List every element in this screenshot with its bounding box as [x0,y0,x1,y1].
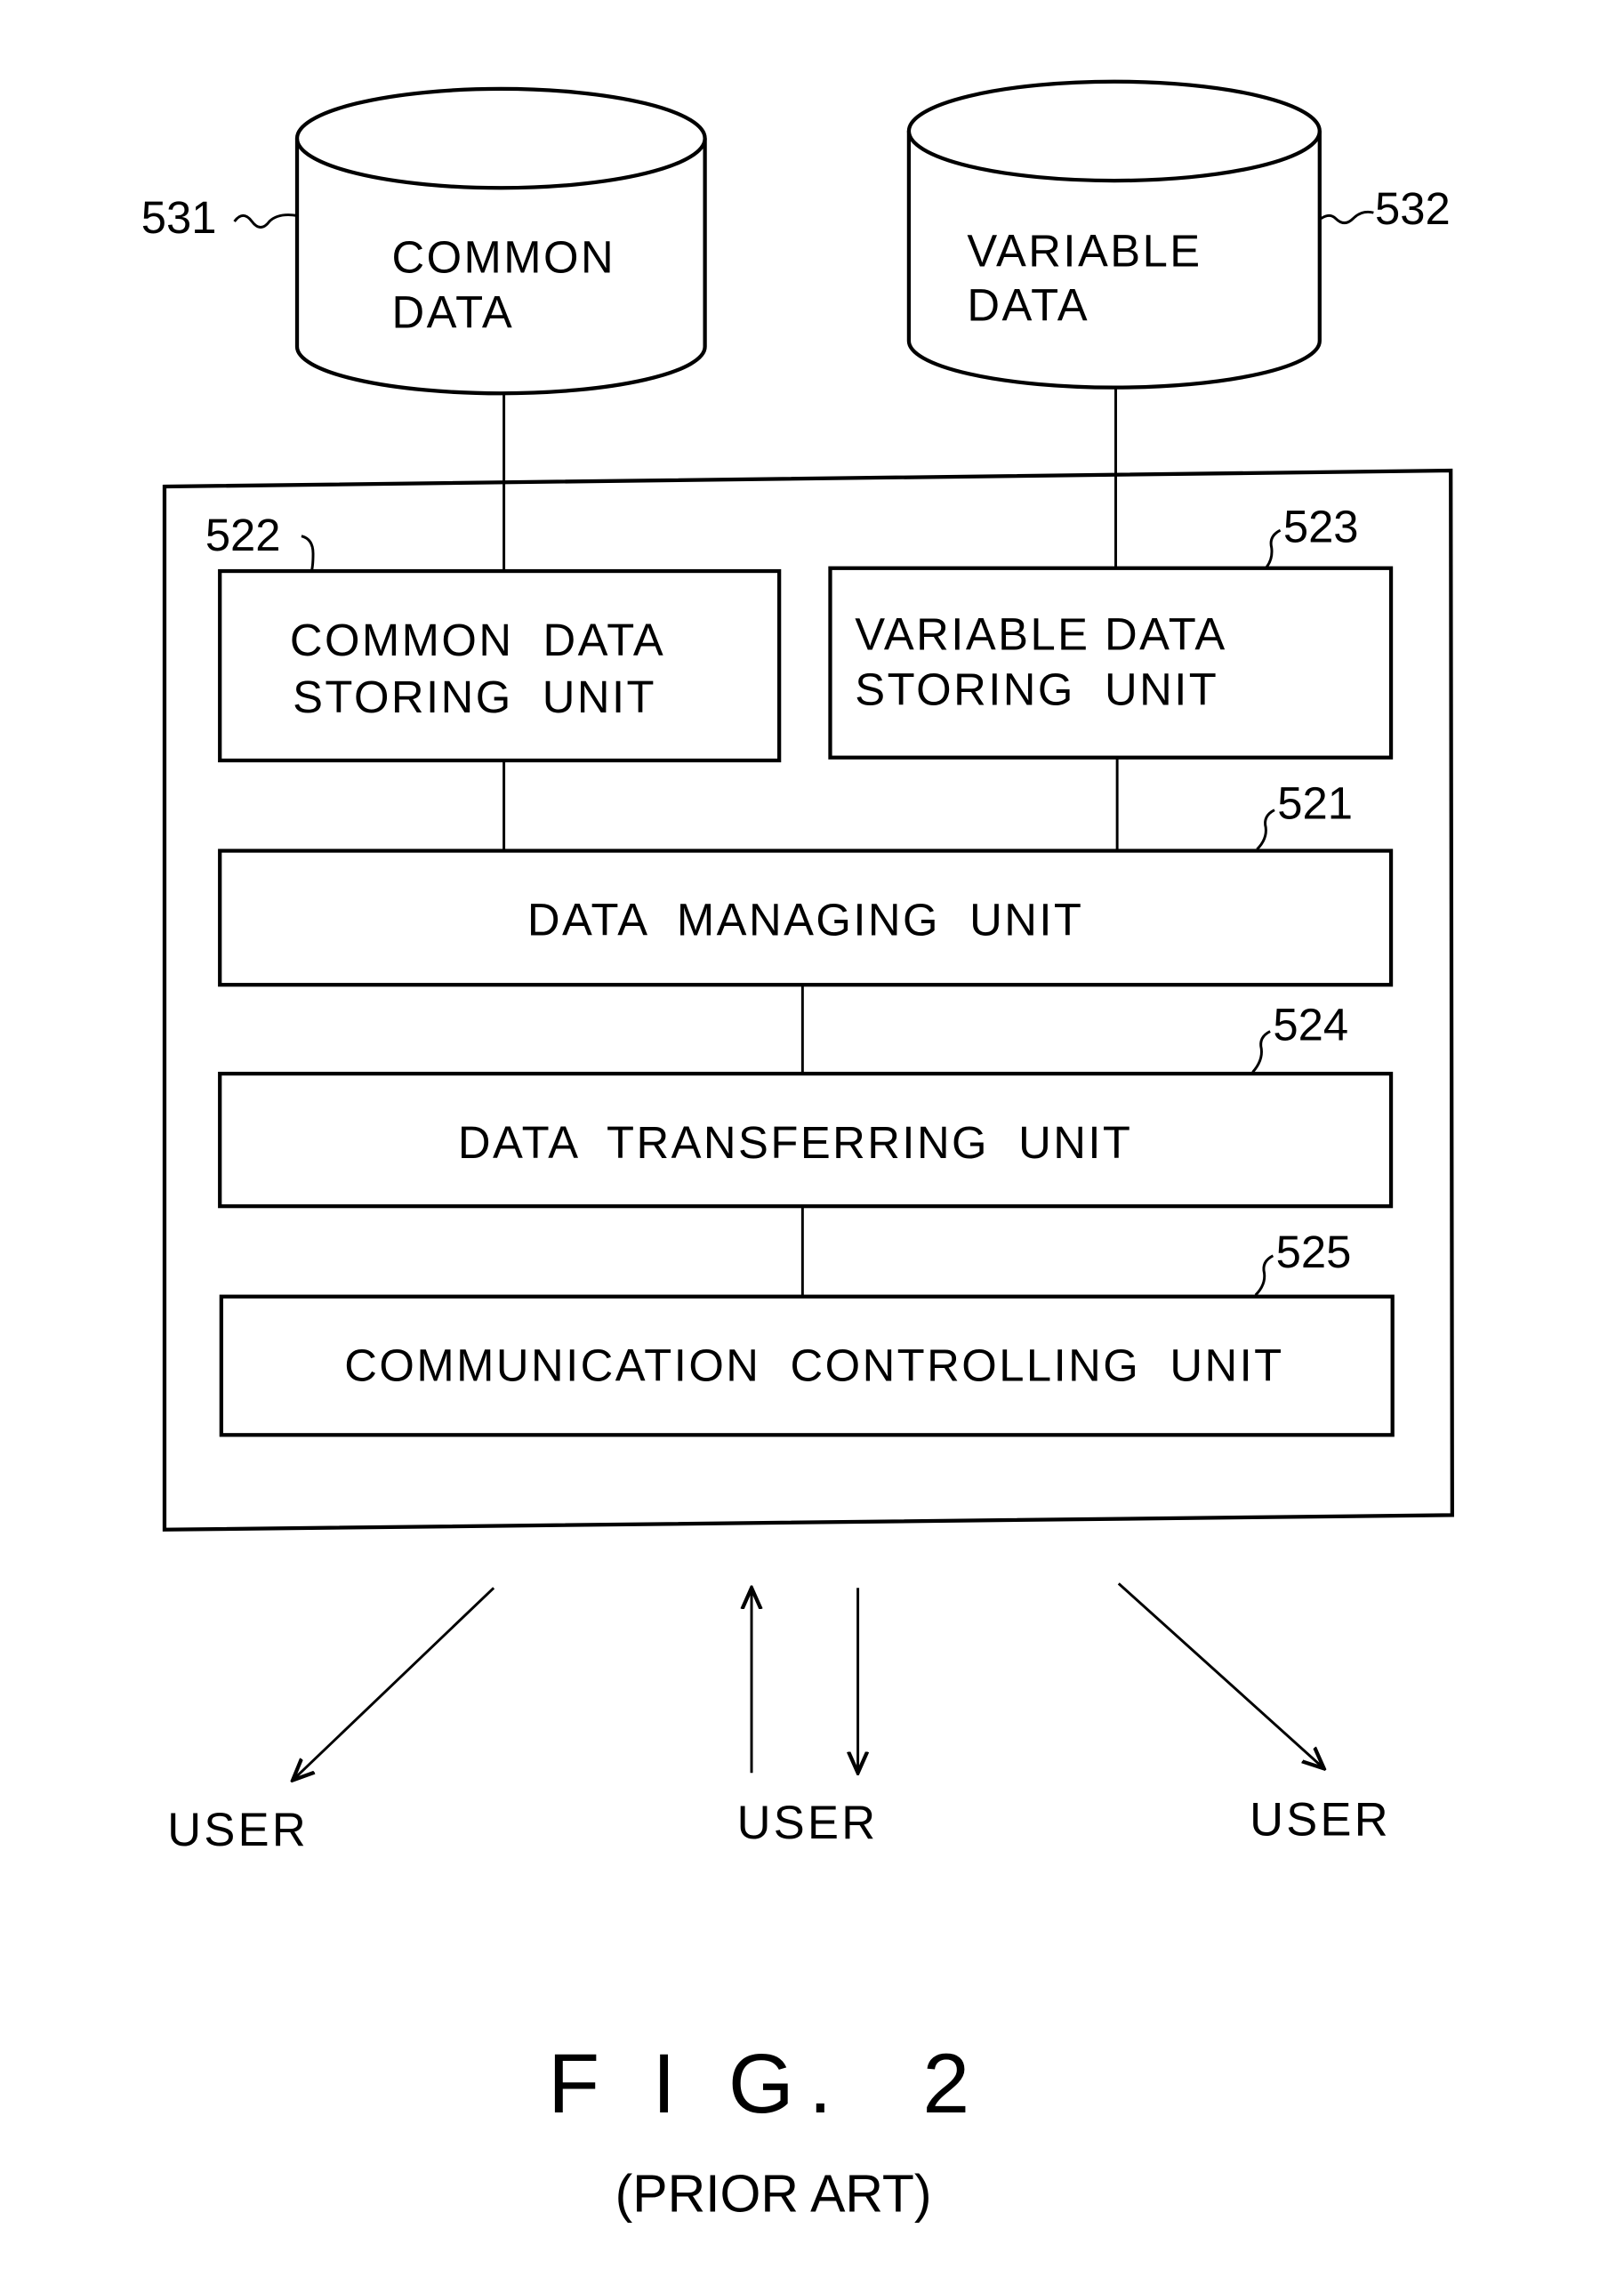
arrow-to-user-left [293,1587,495,1780]
leader-line [1256,809,1275,850]
data-managing-unit: DATA MANAGING UNIT 521 [218,777,1394,987]
unit-label-line2: STORING UNIT [293,672,656,722]
leader-line [1265,528,1282,569]
database-label-line2: DATA [391,287,514,338]
unit-label: DATA MANAGING UNIT [527,895,1083,945]
ref-number: 521 [1277,777,1353,828]
figure-title: F I G. 2 [548,2037,984,2131]
variable-data-storing-unit: VARIABLE DATA STORING UNIT 523 [828,501,1394,760]
user-label-left: USER [167,1805,309,1856]
ref-number: 532 [1375,183,1451,234]
leader-line [301,535,315,572]
unit-box [218,568,782,763]
database-common-data: COMMON DATA 531 [141,86,707,396]
user-label-center: USER [737,1798,879,1849]
figure-subtitle: (PRIOR ART) [615,2165,932,2223]
data-transferring-unit: DATA TRANSFERRING UNIT 524 [218,999,1394,1209]
communication-controlling-unit: COMMUNICATION CONTROLLING UNIT 525 [219,1227,1395,1437]
database-label-line1: VARIABLE [967,226,1202,277]
leader-tilde [1320,210,1374,225]
common-data-storing-unit: COMMON DATA STORING UNIT 522 [205,510,782,763]
user-label-right: USER [1250,1795,1391,1846]
unit-label-line1: VARIABLE DATA [855,608,1226,659]
ref-number: 522 [205,510,281,560]
ref-number: 531 [141,192,217,243]
database-label-line2: DATA [967,279,1089,330]
unit-label-line1: COMMON DATA [290,615,665,665]
leader-line [1254,1254,1274,1297]
leader-line [1251,1030,1271,1074]
database-variable-data: VARIABLE DATA 532 [906,79,1451,390]
database-label-line1: COMMON [391,231,615,282]
diagram-canvas: COMMON DATA 531 VARIABLE DATA 532 COMMON… [141,79,1454,2223]
unit-label: DATA TRANSFERRING UNIT [458,1117,1132,1168]
unit-label: COMMUNICATION CONTROLLING UNIT [344,1340,1283,1391]
ref-number: 524 [1273,999,1348,1050]
cylinder-top [294,86,707,190]
ref-number: 523 [1283,501,1359,551]
cylinder-top [906,79,1322,183]
unit-box [828,566,1394,760]
ref-number: 525 [1276,1227,1352,1277]
unit-label-line2: STORING UNIT [855,664,1218,715]
arrow-to-user-right [1117,1582,1324,1768]
leader-tilde [233,213,298,229]
